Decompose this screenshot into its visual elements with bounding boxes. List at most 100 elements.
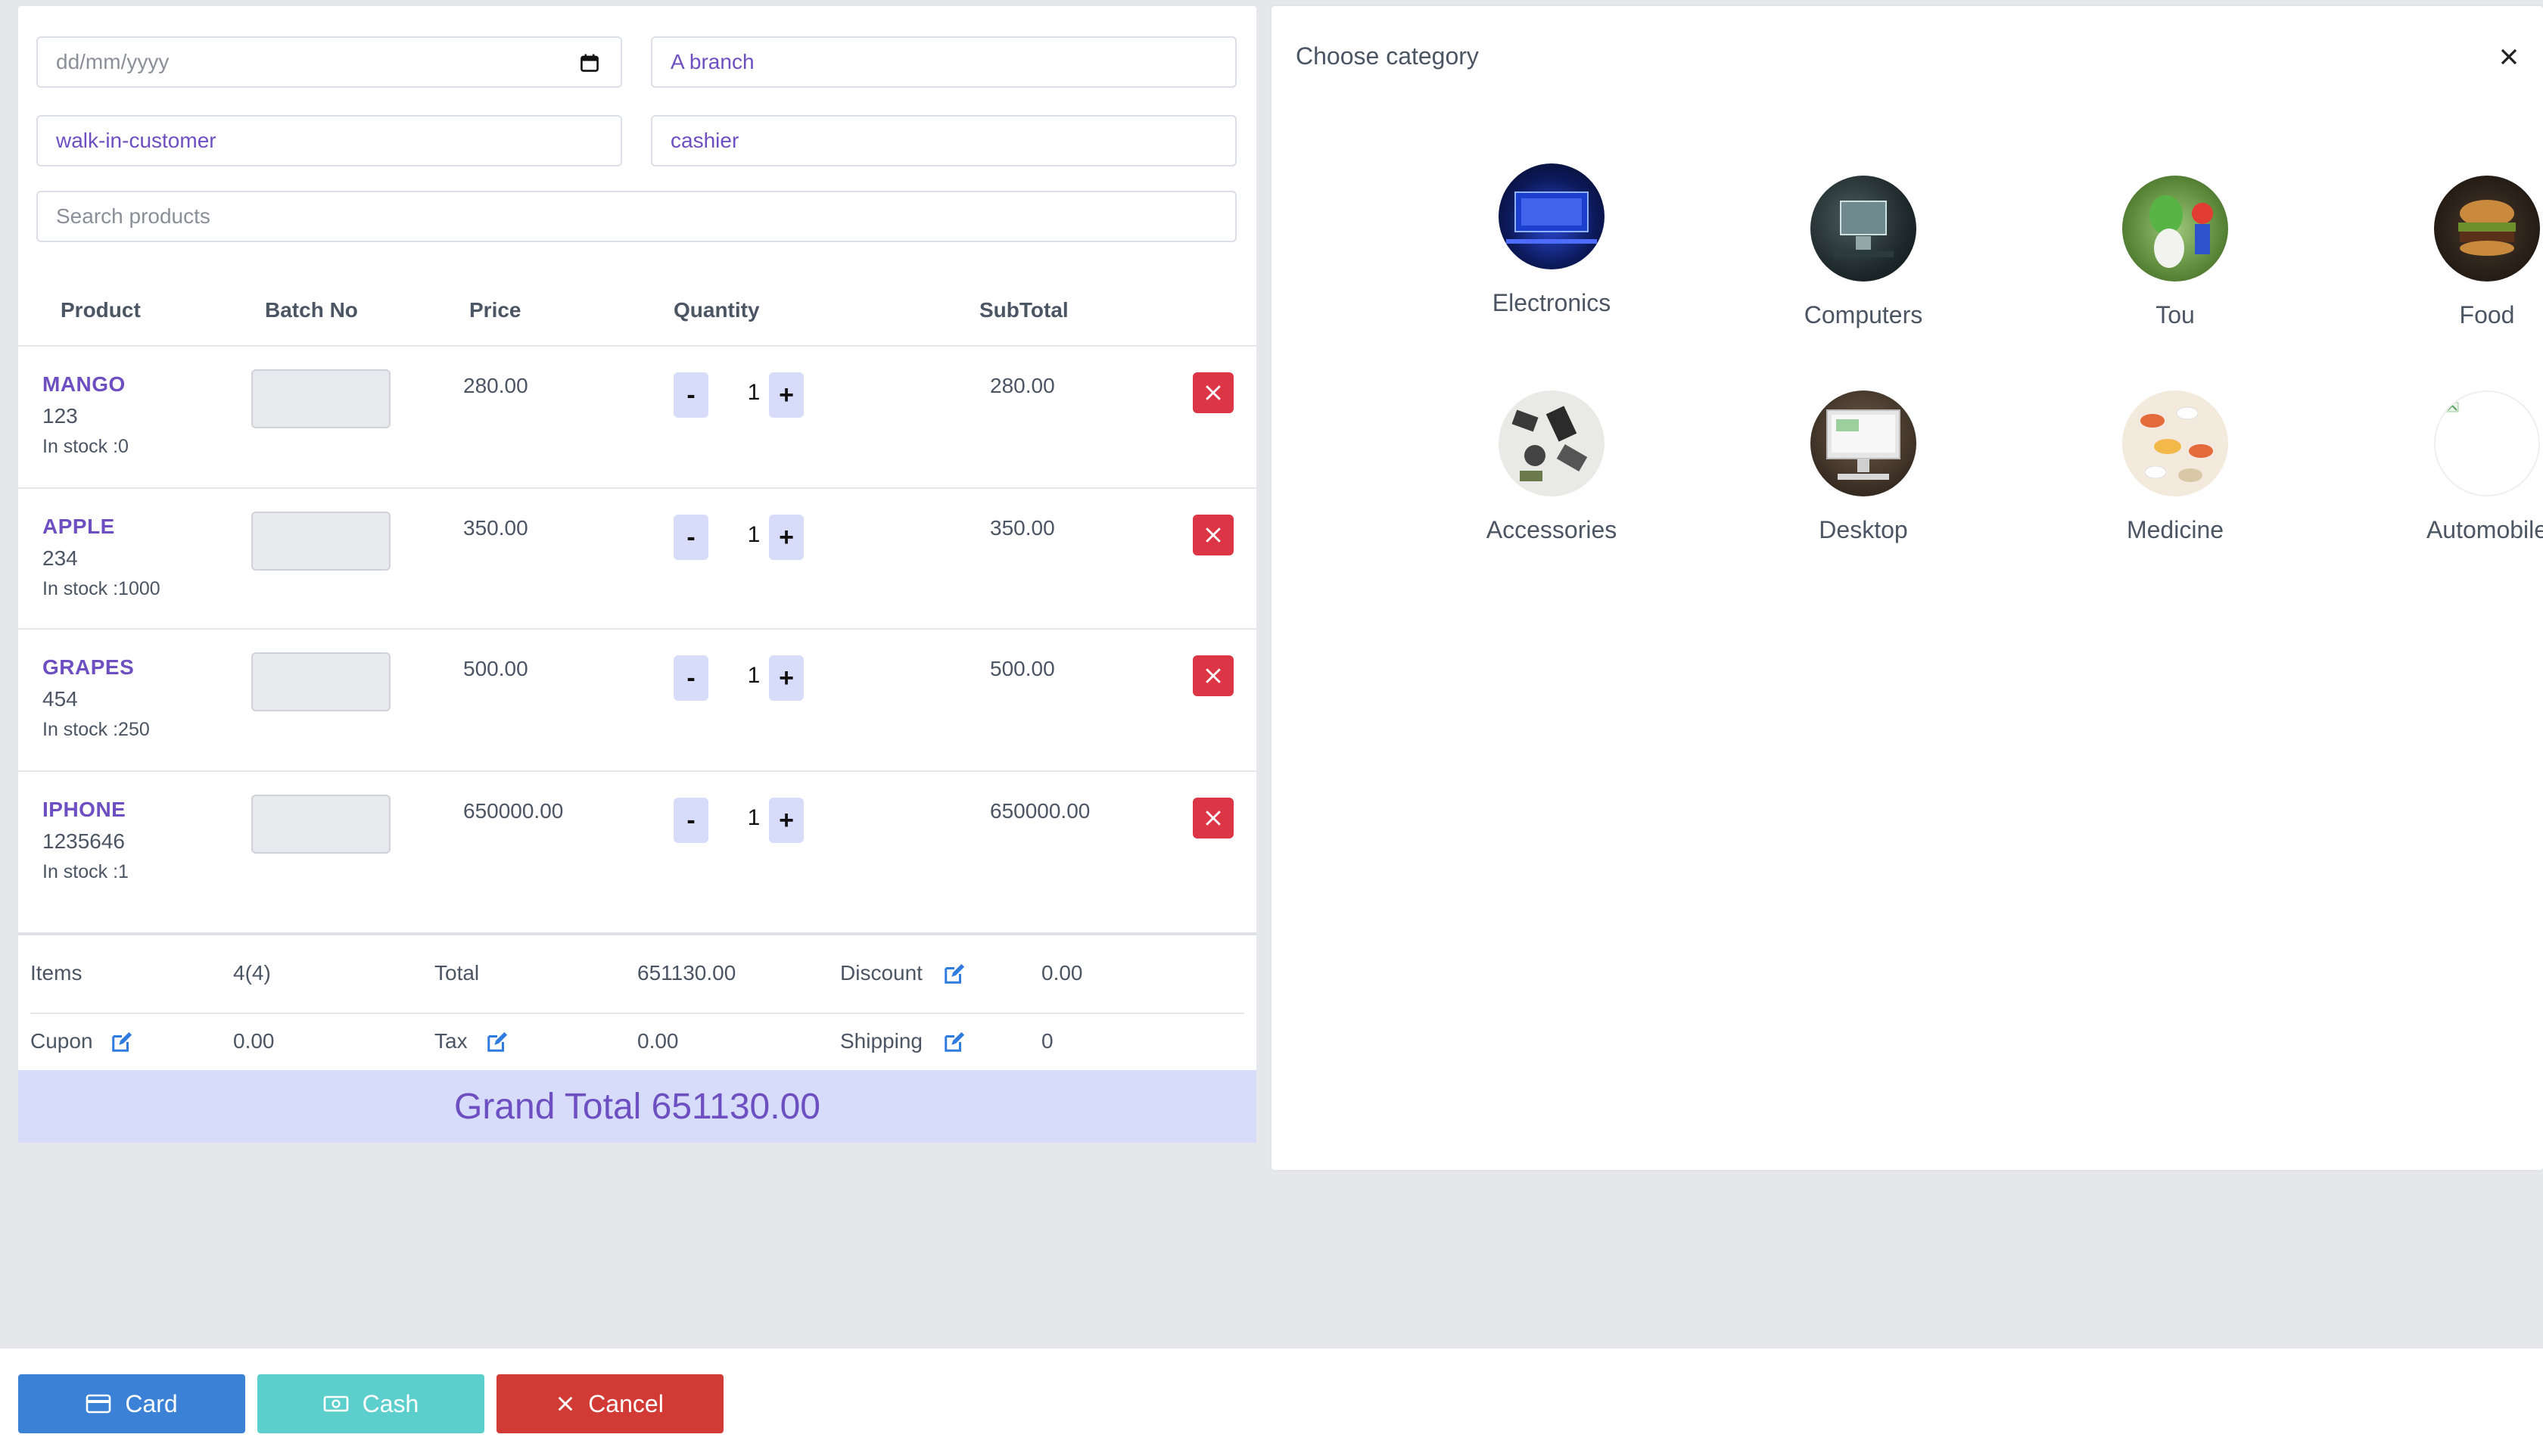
date-input[interactable]: dd/mm/yyyy (36, 36, 622, 88)
category-computers[interactable]: Computers (1750, 176, 1977, 329)
edit-tax-icon[interactable] (486, 1031, 509, 1053)
credit-card-icon (86, 1394, 111, 1414)
subtotal: 280.00 (990, 374, 1055, 397)
remove-item-button[interactable] (1193, 798, 1234, 838)
remove-item-button[interactable] (1193, 655, 1234, 696)
product-name[interactable]: APPLE (42, 515, 115, 539)
price: 350.00 (463, 516, 528, 540)
edit-shipping-icon[interactable] (943, 1031, 966, 1053)
decrease-quantity-button[interactable]: - (674, 798, 708, 843)
divider (18, 345, 1256, 347)
category-label: Desktop (1819, 516, 1908, 543)
cupon-value: 0.00 (233, 1029, 275, 1053)
decrease-quantity-button[interactable]: - (674, 515, 708, 560)
batch-no-input[interactable] (251, 512, 391, 571)
accessories-thumbnail (1499, 390, 1605, 496)
category-label: Accessories (1486, 516, 1617, 543)
batch-no-input[interactable] (251, 369, 391, 428)
medicine-thumbnail (2122, 390, 2228, 496)
increase-quantity-button[interactable]: + (769, 372, 804, 418)
shipping-label: Shipping (840, 1029, 923, 1053)
edit-discount-icon[interactable] (943, 963, 966, 985)
cash-label: Cash (362, 1389, 419, 1417)
cart-panel: dd/mm/yyyy A branch walk-in-customer cas… (18, 6, 1256, 1143)
quantity-value[interactable]: 1 (739, 805, 769, 831)
tax-value: 0.00 (637, 1029, 679, 1053)
electronics-thumbnail (1499, 163, 1605, 269)
close-icon (1206, 527, 1221, 543)
category-label: Electronics (1492, 289, 1611, 316)
divider (30, 1013, 1244, 1014)
branch-value: A branch (671, 50, 755, 73)
category-desktop[interactable]: Desktop (1750, 390, 1977, 544)
cash-button[interactable]: Cash (257, 1374, 484, 1433)
subtotal: 500.00 (990, 657, 1055, 680)
toys-thumbnail (2122, 176, 2228, 282)
items-label: Items (30, 961, 82, 985)
remove-item-button[interactable] (1193, 515, 1234, 555)
tax-label: Tax (434, 1029, 468, 1053)
price: 500.00 (463, 657, 528, 680)
batch-no-input[interactable] (251, 652, 391, 711)
product-stock: In stock :250 (42, 719, 150, 740)
discount-label: Discount (840, 961, 923, 985)
product-name[interactable]: MANGO (42, 372, 126, 397)
close-icon[interactable] (2498, 45, 2520, 68)
category-electronics[interactable]: Electronics (1438, 163, 1665, 317)
category-panel: Choose category Electronics Computers To… (1272, 6, 2543, 1170)
header-product: Product (61, 298, 141, 322)
category-automobile[interactable]: Automobile (2373, 390, 2543, 544)
product-name[interactable]: GRAPES (42, 655, 134, 680)
product-name[interactable]: IPHONE (42, 798, 126, 822)
branch-select[interactable]: A branch (651, 36, 1237, 88)
search-placeholder: Search products (56, 204, 210, 228)
shipping-value: 0 (1041, 1029, 1054, 1053)
total-value: 651130.00 (637, 961, 736, 985)
quantity-value[interactable]: 1 (739, 522, 769, 548)
customer-select[interactable]: walk-in-customer (36, 115, 622, 166)
card-button[interactable]: Card (18, 1374, 245, 1433)
category-tou[interactable]: Tou (2062, 176, 2289, 329)
increase-quantity-button[interactable]: + (769, 515, 804, 560)
search-products-input[interactable]: Search products (36, 191, 1237, 242)
customer-value: walk-in-customer (56, 129, 216, 152)
date-input-placeholder: dd/mm/yyyy (56, 50, 170, 73)
product-stock: In stock :1 (42, 861, 129, 882)
computers-thumbnail (1810, 176, 1916, 282)
decrease-quantity-button[interactable]: - (674, 655, 708, 701)
increase-quantity-button[interactable]: + (769, 655, 804, 701)
price: 650000.00 (463, 799, 564, 823)
category-label: Food (2459, 301, 2515, 328)
edit-cupon-icon[interactable] (110, 1031, 133, 1053)
quantity-value[interactable]: 1 (739, 663, 769, 689)
card-label: Card (125, 1389, 178, 1417)
category-label: Medicine (2126, 516, 2224, 543)
product-code: 123 (42, 404, 78, 428)
close-icon (558, 1396, 573, 1411)
increase-quantity-button[interactable]: + (769, 798, 804, 843)
cancel-button[interactable]: Cancel (496, 1374, 724, 1433)
quantity-value[interactable]: 1 (739, 380, 769, 406)
calendar-icon[interactable] (580, 53, 599, 73)
broken-image-icon (2434, 390, 2540, 496)
header-quantity: Quantity (674, 298, 760, 322)
payment-footer: Card Cash Cancel (0, 1349, 2543, 1456)
cashier-select[interactable]: cashier (651, 115, 1237, 166)
remove-item-button[interactable] (1193, 372, 1234, 413)
close-icon (1206, 668, 1221, 683)
close-icon (1206, 810, 1221, 826)
category-medicine[interactable]: Medicine (2062, 390, 2289, 544)
header-subtotal: SubTotal (979, 298, 1069, 322)
product-stock: In stock :1000 (42, 578, 160, 599)
category-accessories[interactable]: Accessories (1438, 390, 1665, 544)
price: 280.00 (463, 374, 528, 397)
subtotal: 650000.00 (990, 799, 1091, 823)
product-code: 1235646 (42, 829, 126, 853)
food-thumbnail (2434, 176, 2540, 282)
decrease-quantity-button[interactable]: - (674, 372, 708, 418)
subtotal: 350.00 (990, 516, 1055, 540)
category-food[interactable]: Food (2373, 176, 2543, 329)
category-label: Computers (1804, 301, 1923, 328)
batch-no-input[interactable] (251, 795, 391, 854)
discount-value: 0.00 (1041, 961, 1083, 985)
